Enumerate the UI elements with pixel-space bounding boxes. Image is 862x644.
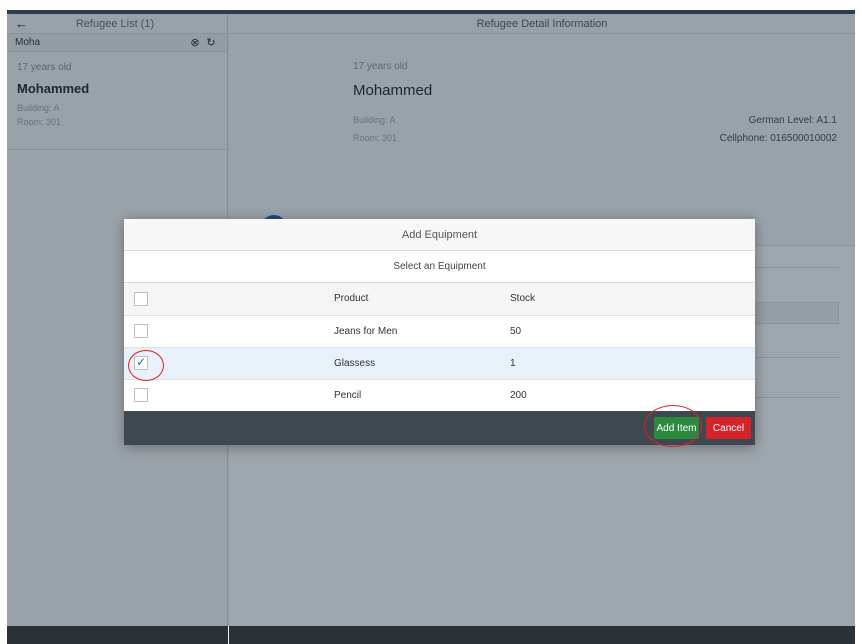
- product-cell: Jeans for Men: [334, 315, 510, 348]
- row-checkbox[interactable]: [134, 324, 148, 338]
- product-cell: Glassess: [334, 347, 510, 380]
- product-cell: Pencil: [334, 379, 510, 412]
- top-strip: [0, 0, 862, 14]
- row-checkbox[interactable]: [134, 355, 148, 370]
- dialog-subtitle: Select an Equipment: [124, 251, 755, 283]
- column-header-stock: Stock: [510, 283, 755, 316]
- equipment-table: Product Stock Jeans for Men 50 Glassess …: [124, 283, 755, 412]
- master-footer: [7, 626, 228, 644]
- stock-cell: 200: [510, 379, 755, 412]
- dialog-footer: Add Item Cancel: [124, 411, 755, 445]
- detail-footer: [229, 626, 855, 644]
- column-header-product: Product: [334, 283, 510, 316]
- table-row[interactable]: Glassess 1: [124, 347, 755, 380]
- cancel-button[interactable]: Cancel: [706, 417, 751, 439]
- select-all-cell: [124, 283, 334, 316]
- table-row[interactable]: Jeans for Men 50: [124, 315, 755, 348]
- dialog-title: Add Equipment: [124, 219, 755, 251]
- table-row[interactable]: Pencil 200: [124, 379, 755, 412]
- select-all-checkbox[interactable]: [134, 291, 148, 306]
- stock-cell: 50: [510, 315, 755, 348]
- stock-cell: 1: [510, 347, 755, 380]
- add-equipment-dialog: Add Equipment Select an Equipment Produc…: [124, 219, 755, 445]
- table-header-row: Product Stock: [124, 283, 755, 316]
- add-item-button[interactable]: Add Item: [654, 417, 699, 439]
- row-check-cell: [124, 315, 334, 348]
- row-check-cell: [124, 347, 334, 380]
- row-check-cell: [124, 379, 334, 412]
- row-checkbox[interactable]: [134, 388, 148, 402]
